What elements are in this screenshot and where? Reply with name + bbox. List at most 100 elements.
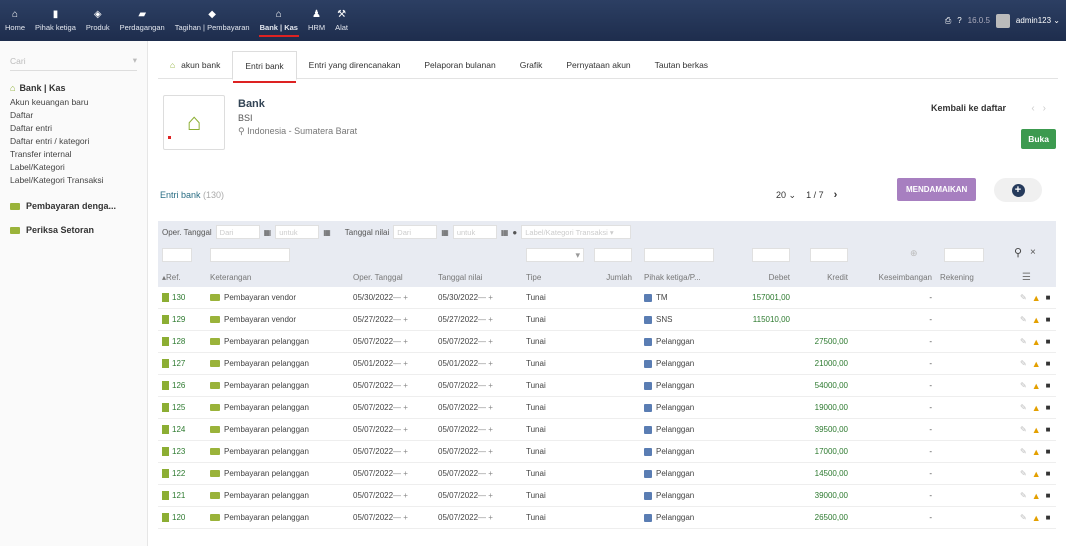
edit-icon[interactable]: ✎ (1020, 513, 1027, 522)
description[interactable]: Pembayaran vendor (210, 309, 330, 330)
date-adjust-icon[interactable]: — + (393, 293, 408, 302)
date-adjust-icon[interactable]: — + (393, 337, 408, 346)
edit-icon[interactable]: ✎ (1020, 359, 1027, 368)
delete-icon[interactable]: ■ (1046, 425, 1051, 434)
column-header[interactable]: Keterangan (210, 267, 330, 287)
ref-link[interactable]: 125 (162, 397, 202, 418)
delete-icon[interactable]: ■ (1046, 315, 1051, 324)
delete-icon[interactable]: ■ (1046, 293, 1051, 302)
topnav-item-0[interactable]: ⌂ Home (0, 0, 30, 41)
date-adjust-icon[interactable]: — + (393, 469, 408, 478)
delete-icon[interactable]: ■ (1046, 337, 1051, 346)
tab-2[interactable]: Entri yang direncanakan (297, 51, 413, 79)
column-header[interactable]: Keseimbangan (848, 267, 932, 287)
edit-icon[interactable]: ✎ (1020, 469, 1027, 478)
calendar-icon[interactable]: ▦ (501, 228, 509, 237)
tab-5[interactable]: Pernyataan akun (554, 51, 642, 79)
user-menu[interactable]: admin123 ⌄ (1016, 16, 1060, 25)
date-adjust-icon[interactable]: — + (478, 491, 493, 500)
delete-icon[interactable]: ■ (1046, 447, 1051, 456)
description[interactable]: Pembayaran pelanggan (210, 331, 330, 352)
filter-thirdparty[interactable] (644, 248, 714, 262)
back-to-list-link[interactable]: Kembali ke daftar (931, 103, 1006, 113)
sidebar-item[interactable]: Transfer internal (10, 148, 137, 161)
filter-account[interactable] (944, 248, 984, 262)
search-icon[interactable]: ⚲ (1014, 246, 1022, 259)
tab-4[interactable]: Grafik (508, 51, 555, 79)
date-adjust-icon[interactable]: — + (478, 469, 493, 478)
sidebar-item[interactable]: Daftar (10, 109, 137, 122)
edit-icon[interactable]: ✎ (1020, 337, 1027, 346)
description[interactable]: Pembayaran pelanggan (210, 485, 330, 506)
column-header[interactable]: Jumlah (568, 267, 632, 287)
ref-link[interactable]: 123 (162, 441, 202, 462)
delete-icon[interactable]: ■ (1046, 403, 1051, 412)
edit-icon[interactable]: ✎ (1020, 293, 1027, 302)
clear-filter-icon[interactable]: × (1030, 247, 1036, 258)
add-entry-button[interactable]: + (994, 178, 1042, 202)
filter-oper-from[interactable]: Dari (215, 225, 260, 239)
description[interactable]: Pembayaran pelanggan (210, 353, 330, 374)
ref-link[interactable]: 128 (162, 331, 202, 352)
ref-link[interactable]: 122 (162, 463, 202, 484)
date-adjust-icon[interactable]: — + (478, 337, 493, 346)
topnav-item-1[interactable]: ▮ Pihak ketiga (30, 0, 81, 41)
sidebar-search[interactable]: Cari ▾ (10, 51, 137, 71)
ref-link[interactable]: 124 (162, 419, 202, 440)
ref-link[interactable]: 130 (162, 287, 202, 308)
description[interactable]: Pembayaran pelanggan (210, 419, 330, 440)
delete-icon[interactable]: ■ (1046, 513, 1051, 522)
filter-desc[interactable] (210, 248, 290, 262)
description[interactable]: Pembayaran vendor (210, 287, 330, 308)
topnav-item-4[interactable]: ◆ Tagihan | Pembayaran (170, 0, 255, 41)
column-header[interactable]: Oper. Tanggal (353, 267, 433, 287)
sidebar-item[interactable]: Label/Kategori Transaksi (10, 174, 137, 187)
calendar-icon[interactable]: ▦ (264, 228, 272, 237)
tab-3[interactable]: Pelaporan bulanan (412, 51, 507, 79)
date-adjust-icon[interactable]: — + (478, 513, 493, 522)
edit-icon[interactable]: ✎ (1020, 425, 1027, 434)
list-menu-icon[interactable]: ☰ (1022, 267, 1031, 287)
edit-icon[interactable]: ✎ (1020, 403, 1027, 412)
filter-value-to[interactable]: untuk (452, 225, 497, 239)
ref-link[interactable]: 120 (162, 507, 202, 528)
date-adjust-icon[interactable]: — + (478, 447, 493, 456)
ref-link[interactable]: 127 (162, 353, 202, 374)
date-adjust-icon[interactable]: — + (478, 425, 493, 434)
help-icon[interactable]: ? (957, 16, 961, 25)
filter-category[interactable]: Label/Kategori Transaksi ▾ (521, 225, 632, 239)
column-header[interactable]: Kredit (778, 267, 848, 287)
date-adjust-icon[interactable]: — + (478, 293, 493, 302)
column-header[interactable]: ▴ Ref. (162, 267, 202, 287)
sidebar-item[interactable]: Akun keuangan baru (10, 96, 137, 109)
description[interactable]: Pembayaran pelanggan (210, 441, 330, 462)
tab-6[interactable]: Tautan berkas (643, 51, 720, 79)
filter-credit[interactable] (810, 248, 848, 262)
filter-ref[interactable] (162, 248, 192, 262)
date-adjust-icon[interactable]: — + (393, 381, 408, 390)
calendar-icon[interactable]: ▦ (323, 228, 331, 237)
date-adjust-icon[interactable]: — + (393, 447, 408, 456)
date-adjust-icon[interactable]: — + (393, 403, 408, 412)
sidebar-item[interactable]: Daftar entri (10, 122, 137, 135)
edit-icon[interactable]: ✎ (1020, 315, 1027, 324)
ref-link[interactable]: 129 (162, 309, 202, 330)
topnav-item-6[interactable]: ♟ HRM (303, 0, 330, 41)
date-adjust-icon[interactable]: — + (393, 491, 408, 500)
edit-icon[interactable]: ✎ (1020, 447, 1027, 456)
calendar-icon[interactable]: ▦ (441, 228, 449, 237)
date-adjust-icon[interactable]: — + (478, 403, 493, 412)
sidebar-section-title[interactable]: ⌂ Bank | Kas (10, 83, 137, 93)
sidebar-item[interactable]: Daftar entri / kategori (10, 135, 137, 148)
date-adjust-icon[interactable]: — + (393, 359, 408, 368)
column-header[interactable]: Rekening (940, 267, 984, 287)
sidebar-section-deposit[interactable]: Periksa Setoran (0, 215, 147, 239)
sidebar-section-payment[interactable]: Pembayaran denga... (0, 191, 147, 215)
ref-link[interactable]: 121 (162, 485, 202, 506)
prev-icon[interactable]: ‹ (1031, 103, 1042, 114)
description[interactable]: Pembayaran pelanggan (210, 375, 330, 396)
tab-0[interactable]: ⌂ akun bank (158, 51, 232, 79)
printer-icon[interactable]: ⎙ (945, 16, 951, 26)
ref-link[interactable]: 126 (162, 375, 202, 396)
description[interactable]: Pembayaran pelanggan (210, 397, 330, 418)
